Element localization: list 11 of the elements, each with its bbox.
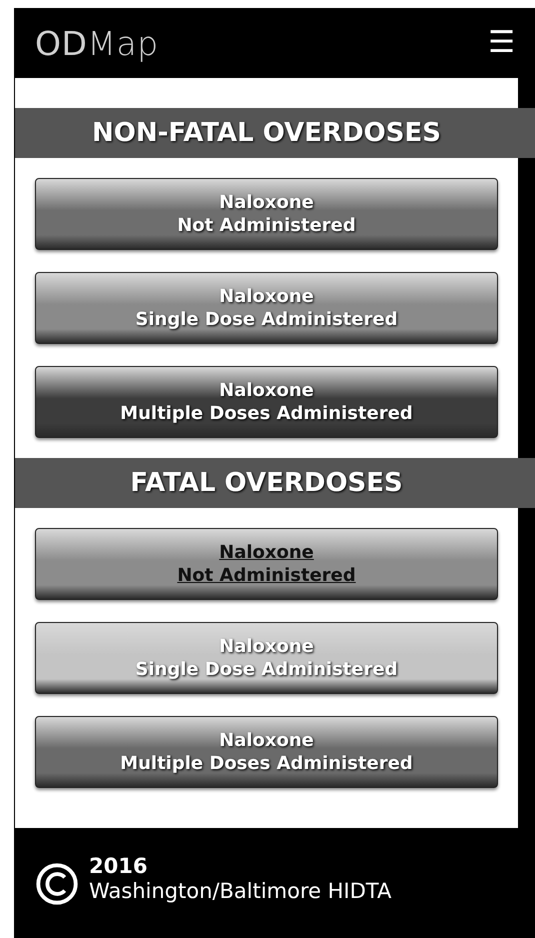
- copyright-icon: [35, 862, 79, 906]
- filter-button[interactable]: Naloxone Multiple Doses Administered: [35, 366, 498, 438]
- filter-button[interactable]: Naloxone Not Administered: [35, 528, 498, 600]
- organization-name: Washington/Baltimore HIDTA: [89, 879, 392, 904]
- copyright-year: 2016: [89, 854, 148, 879]
- section-header: FATAL OVERDOSES: [15, 458, 535, 508]
- section-header: NON-FATAL OVERDOSES: [15, 108, 535, 158]
- filter-button[interactable]: Naloxone Multiple Doses Administered: [35, 716, 498, 788]
- app-logo: ODMap: [35, 24, 159, 62]
- filter-button[interactable]: Naloxone Not Administered: [35, 178, 498, 250]
- filter-button[interactable]: Naloxone Single Dose Administered: [35, 272, 498, 344]
